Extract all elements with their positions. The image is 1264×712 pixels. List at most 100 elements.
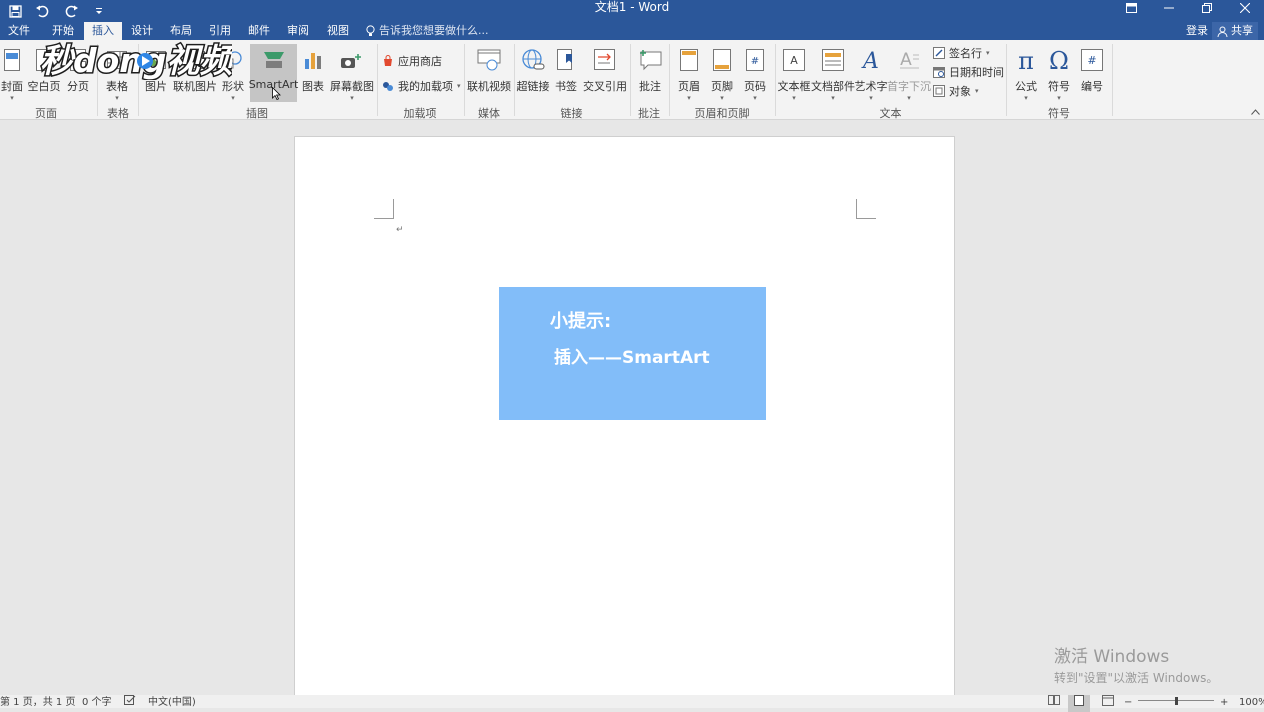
bookmark-icon (553, 46, 579, 74)
cover-page-label: 封面 (1, 80, 23, 93)
smartart-button[interactable]: SmartArt (249, 44, 298, 102)
online-picture-label: 联机图片 (173, 80, 217, 93)
group-pages-label: 页面 (35, 107, 57, 120)
cover-page-button[interactable]: 封面 ▾ (0, 44, 24, 102)
web-layout-icon[interactable] (1102, 695, 1114, 712)
zoom-in-icon[interactable]: + (1220, 695, 1228, 711)
screenshot-button[interactable]: 屏幕截图 ▾ (329, 44, 375, 102)
signature-line-button[interactable]: 签名行 ▾ (933, 44, 990, 62)
window-title: 文档1 - Word (594, 0, 670, 14)
textbox-label: 文本框 (777, 80, 811, 93)
equation-button[interactable]: π 公式 ▾ (1010, 44, 1042, 102)
proofing-icon[interactable] (124, 695, 136, 712)
date-time-button[interactable]: 日期和时间 (933, 63, 1004, 81)
group-comments-label: 批注 (638, 107, 660, 120)
symbol-dropdown-icon: ▾ (1057, 94, 1061, 102)
status-bar: 第 1 页，共 1 页 0 个字 中文(中国) − + 100% (0, 695, 1264, 712)
wordart-icon: A (858, 46, 884, 74)
minimize-icon[interactable] (1150, 0, 1188, 16)
share-button[interactable]: 共享 (1212, 22, 1258, 40)
bookmark-button[interactable]: 书签 (553, 44, 579, 102)
comment-icon (637, 46, 663, 74)
restore-icon[interactable] (1188, 0, 1226, 16)
cover-page-dropdown-icon: ▾ (10, 94, 14, 102)
pi-icon: π (1013, 46, 1039, 74)
tab-view[interactable]: 视图 (319, 22, 357, 40)
close-icon[interactable] (1226, 0, 1264, 16)
footer-button[interactable]: 页脚 ▾ (708, 44, 736, 102)
page-number-button[interactable]: # 页码 ▾ (741, 44, 769, 102)
date-time-label: 日期和时间 (949, 66, 1004, 79)
tell-me-box[interactable]: 告诉我您想要做什么... (366, 22, 489, 40)
svg-text:A: A (900, 50, 912, 70)
tab-insert[interactable]: 插入 (84, 22, 122, 40)
word-count[interactable]: 0 个字 (82, 695, 112, 711)
tab-references[interactable]: 引用 (201, 22, 239, 40)
textbox-dropdown-icon: ▾ (792, 94, 796, 102)
tab-file[interactable]: 文件 (0, 22, 38, 40)
quick-parts-label: 文档部件 (811, 80, 855, 93)
equation-label: 公式 (1015, 80, 1037, 93)
addins-icon (383, 82, 393, 91)
activation-watermark: 激活 Windows 转到"设置"以激活 Windows。 (1054, 642, 1218, 686)
login-link[interactable]: 登录 (1186, 22, 1208, 40)
chart-button[interactable]: 图表 (300, 44, 326, 102)
hyperlink-button[interactable]: 超链接 (516, 44, 550, 102)
svg-text:#: # (751, 56, 759, 67)
zoom-level[interactable]: 100% (1239, 695, 1264, 711)
hyperlink-label: 超链接 (516, 80, 550, 93)
header-button[interactable]: 页眉 ▾ (675, 44, 703, 102)
tip-body: 插入——SmartArt (554, 348, 710, 368)
tell-me-placeholder: 告诉我您想要做什么... (379, 24, 489, 37)
signature-icon (933, 47, 945, 59)
store-label: 应用商店 (398, 55, 442, 68)
quick-parts-button[interactable]: 文档部件 ▾ (811, 44, 855, 102)
wordart-button[interactable]: A 艺术字 ▾ (855, 44, 888, 102)
group-symbols-label: 符号 (1048, 107, 1070, 120)
footer-icon (709, 46, 735, 74)
online-video-label: 联机视频 (467, 80, 511, 93)
person-icon (1217, 26, 1228, 37)
my-addins-button[interactable]: 我的加载项 ▾ (382, 77, 461, 95)
tab-mailings[interactable]: 邮件 (240, 22, 278, 40)
online-video-button[interactable]: 联机视频 (467, 44, 511, 102)
omega-icon: Ω (1046, 46, 1072, 74)
tab-home[interactable]: 开始 (44, 22, 82, 40)
language-indicator[interactable]: 中文(中国) (148, 695, 196, 711)
footer-dropdown-icon: ▾ (720, 94, 724, 102)
bookmark-label: 书签 (555, 80, 577, 93)
read-mode-icon[interactable] (1048, 695, 1060, 712)
group-tables-label: 表格 (107, 107, 129, 120)
title-bar: 文档1 - Word (0, 0, 1264, 22)
cross-reference-button[interactable]: 交叉引用 (583, 44, 627, 102)
tab-review[interactable]: 审阅 (279, 22, 317, 40)
group-addins-label: 加载项 (403, 107, 437, 120)
object-button[interactable]: 对象 ▾ (933, 82, 979, 100)
footer-label: 页脚 (711, 80, 733, 93)
document-page[interactable]: ↵ 小提示: 插入——SmartArt (294, 136, 955, 696)
page-count[interactable]: 第 1 页，共 1 页 (0, 695, 75, 711)
comment-button[interactable]: 批注 (634, 44, 666, 102)
svg-text:A: A (790, 54, 798, 67)
number-label: 编号 (1081, 80, 1103, 93)
tab-layout[interactable]: 布局 (162, 22, 200, 40)
number-button[interactable]: # 编号 (1077, 44, 1107, 102)
zoom-slider-thumb[interactable] (1175, 697, 1178, 705)
collapse-ribbon-icon[interactable] (1251, 107, 1260, 118)
symbol-button[interactable]: Ω 符号 ▾ (1044, 44, 1074, 102)
svg-text:π: π (1018, 48, 1034, 72)
ribbon-display-options-icon[interactable] (1112, 0, 1150, 16)
group-header-footer-label: 页眉和页脚 (694, 107, 750, 120)
tip-title: 小提示: (550, 311, 612, 332)
quick-parts-dropdown-icon: ▾ (831, 94, 835, 102)
zoom-out-icon[interactable]: − (1124, 695, 1132, 711)
textbox-icon: A (781, 46, 807, 74)
dropcap-button[interactable]: A 首字下沉 ▾ (887, 44, 931, 102)
crop-mark-top-right (856, 199, 876, 219)
store-button[interactable]: 应用商店 (382, 52, 442, 70)
quick-parts-icon (820, 46, 846, 74)
textbox-button[interactable]: A 文本框 ▾ (777, 44, 811, 102)
print-layout-icon[interactable] (1068, 695, 1090, 712)
screenshot-dropdown-icon: ▾ (350, 94, 354, 102)
tab-design[interactable]: 设计 (123, 22, 161, 40)
